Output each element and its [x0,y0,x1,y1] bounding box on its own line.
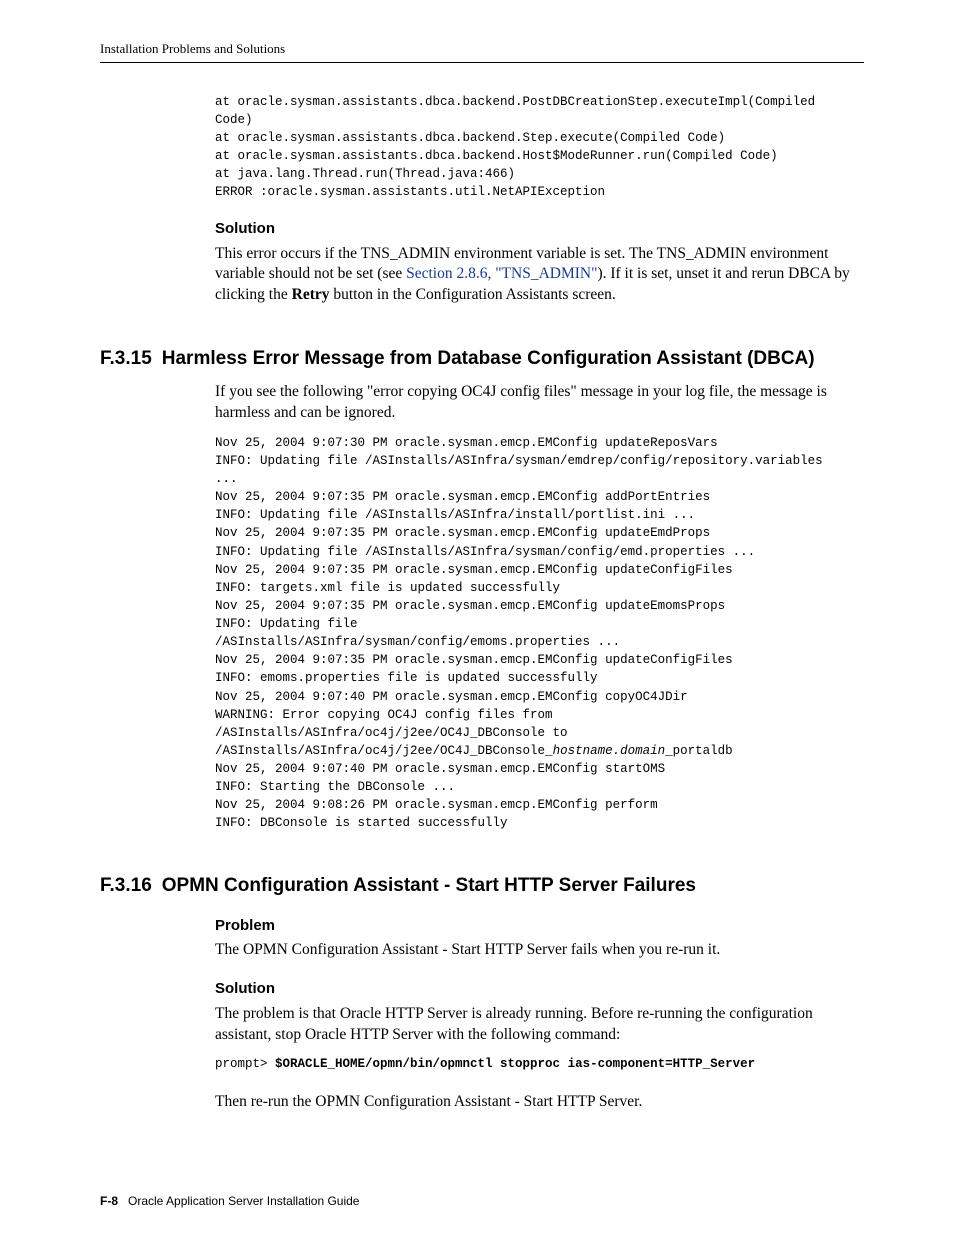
solution-text-2: The problem is that Oracle HTTP Server i… [215,1004,864,1046]
solution-text-1: This error occurs if the TNS_ADMIN envir… [215,244,864,307]
section-16-content: Problem The OPMN Configuration Assistant… [215,916,864,1112]
section-title-15: Harmless Error Message from Database Con… [162,348,815,369]
error-trace: at oracle.sysman.assistants.dbca.backend… [215,93,864,202]
command-line: prompt> $ORACLE_HOME/opmn/bin/opmnctl st… [215,1055,864,1073]
tns-admin-link[interactable]: Section 2.8.6, "TNS_ADMIN" [406,265,597,282]
problem-text: The OPMN Configuration Assistant - Start… [215,940,864,961]
retry-label: Retry [292,286,330,303]
page-footer: F-8 Oracle Application Server Installati… [100,1193,864,1209]
sec15-intro: If you see the following "error copying … [215,382,864,424]
log-hostname: hostname.domain [553,744,666,758]
section-title-16: OPMN Configuration Assistant - Start HTT… [162,875,696,896]
section-number-15: F.3.15 [100,346,152,372]
section-15-content: If you see the following "error copying … [215,382,864,833]
section-number-16: F.3.16 [100,873,152,899]
solution-heading-2: Solution [215,979,864,999]
after-cmd-text: Then re-run the OPMN Configuration Assis… [215,1092,864,1113]
cmd-prompt: prompt> [215,1057,275,1071]
cmd-body: $ORACLE_HOME/opmn/bin/opmnctl stopproc i… [275,1057,755,1071]
section-f-3-15: F.3.15 Harmless Error Message from Databa… [100,346,864,372]
page-header: Installation Problems and Solutions [100,40,864,63]
sec15-log: Nov 25, 2004 9:07:30 PM oracle.sysman.em… [215,434,864,833]
problem-heading: Problem [215,916,864,936]
solution1-post: button in the Configuration Assistants s… [330,286,616,303]
solution-heading-1: Solution [215,219,864,239]
footer-title: Oracle Application Server Installation G… [128,1194,359,1208]
section-f-3-16: F.3.16 OPMN Configuration Assistant - Sta… [100,873,864,899]
code-block-1: at oracle.sysman.assistants.dbca.backend… [215,93,864,307]
page-number: F-8 [100,1194,118,1208]
log-a: Nov 25, 2004 9:07:30 PM oracle.sysman.em… [215,436,823,758]
